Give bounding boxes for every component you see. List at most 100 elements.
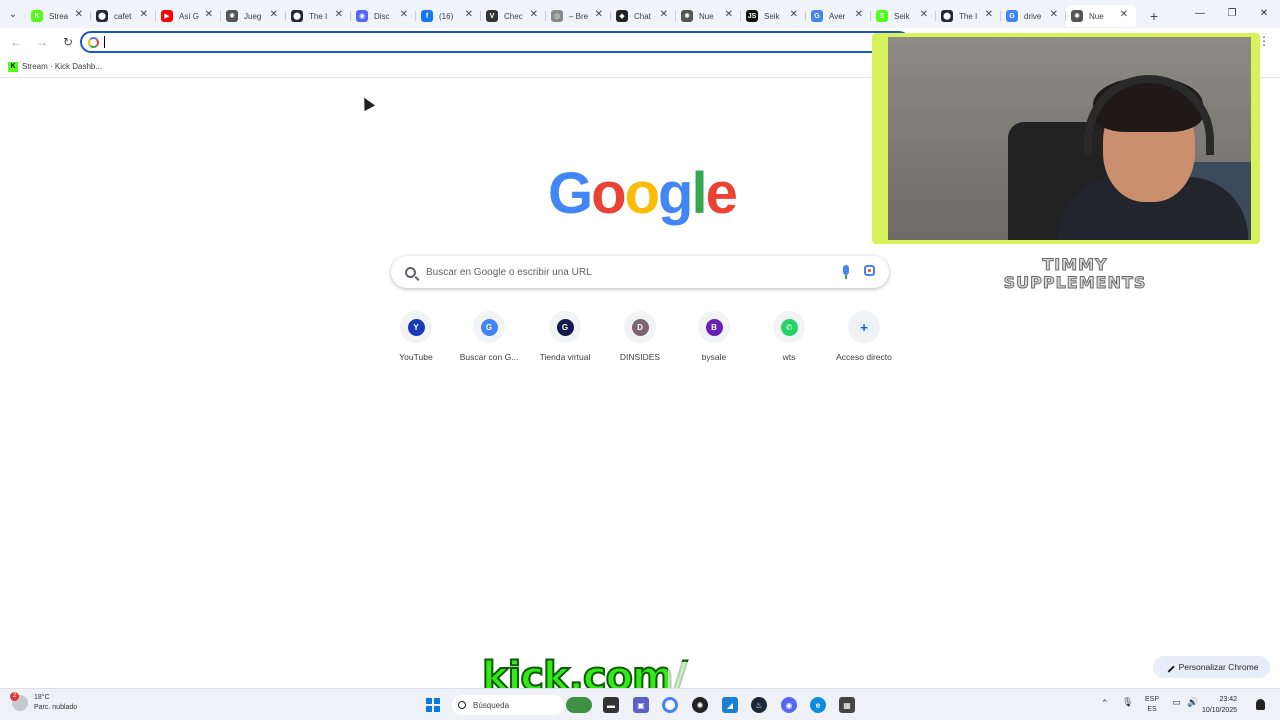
customize-label: Personalizar Chrome bbox=[1178, 662, 1259, 672]
browser-tab[interactable]: ⬤ cafet ✕ bbox=[91, 5, 156, 27]
microphone-icon[interactable]: 🎙 bbox=[1122, 697, 1133, 708]
shortcut-favicon: Y bbox=[407, 318, 425, 336]
close-icon[interactable]: ✕ bbox=[400, 9, 408, 20]
discord-icon[interactable]: ◉ bbox=[781, 697, 797, 713]
maximize-button[interactable]: ❐ bbox=[1216, 0, 1248, 28]
browser-tab[interactable]: ✺ Nue ✕ bbox=[1066, 5, 1136, 27]
clock-time: 23:42 bbox=[1219, 696, 1238, 703]
notification-bell-icon[interactable] bbox=[1256, 699, 1265, 710]
browser-tab[interactable]: ◉ Disc ✕ bbox=[351, 5, 416, 27]
browser-tab[interactable]: ⬤ The I ✕ bbox=[936, 5, 1001, 27]
clock-date: 10/10/2025 bbox=[1202, 707, 1238, 714]
close-icon[interactable]: ✕ bbox=[660, 9, 668, 20]
text-caret bbox=[104, 36, 105, 48]
browser-tab[interactable]: G Aver ✕ bbox=[806, 5, 871, 27]
reload-button[interactable]: ↻ bbox=[56, 30, 80, 54]
close-icon[interactable]: ✕ bbox=[985, 9, 993, 20]
window-controls: — ❐ ✕ bbox=[1184, 0, 1280, 28]
volume-icon[interactable]: 🔊 bbox=[1187, 697, 1198, 708]
browser-tab[interactable]: ✺ Nue ✕ bbox=[676, 5, 741, 27]
shortcut-label: Buscar con G... bbox=[459, 352, 519, 362]
shortcut-label: YouTube bbox=[399, 352, 433, 362]
teams-icon[interactable]: ▣ bbox=[633, 697, 649, 713]
shortcut-tile[interactable]: Bbysale bbox=[674, 311, 754, 362]
calculator-icon[interactable]: ▦ bbox=[839, 697, 855, 713]
customize-chrome-button[interactable]: Personalizar Chrome bbox=[1153, 656, 1270, 678]
weather-widget[interactable]: 2 18°C Parc. nublado bbox=[10, 692, 77, 713]
minimize-button[interactable]: — bbox=[1184, 0, 1216, 28]
close-icon[interactable]: ✕ bbox=[1050, 9, 1058, 20]
shortcut-tile[interactable]: G Tienda virtual bbox=[525, 311, 605, 362]
close-icon[interactable]: ✕ bbox=[725, 9, 733, 20]
shortcut-tile[interactable]: D DINSIDES bbox=[600, 311, 680, 362]
close-icon[interactable]: ✕ bbox=[465, 9, 473, 20]
close-icon[interactable]: ✕ bbox=[530, 9, 538, 20]
shortcut-icon: Y bbox=[400, 311, 432, 343]
forward-button[interactable]: → bbox=[30, 30, 54, 54]
start-button[interactable] bbox=[426, 698, 440, 712]
shortcut-tile[interactable]: ✆ wts bbox=[749, 311, 829, 362]
google-logo: Google bbox=[548, 160, 738, 227]
kick-icon: K bbox=[8, 61, 18, 72]
close-icon[interactable]: ✕ bbox=[1120, 9, 1128, 20]
close-icon[interactable]: ✕ bbox=[595, 9, 603, 20]
chevron-up-icon[interactable]: ⌃ bbox=[1101, 698, 1109, 709]
logo-letter: G bbox=[548, 161, 593, 226]
browser-tab[interactable]: ◎ – Bre ✕ bbox=[546, 5, 611, 27]
webcam-overlay-frame bbox=[872, 33, 1260, 244]
language-indicator[interactable]: ESP ES bbox=[1145, 695, 1159, 715]
browser-tab[interactable]: ◆ Chat ✕ bbox=[611, 5, 676, 27]
steam-icon[interactable]: ♨ bbox=[751, 697, 767, 713]
browser-tab[interactable]: JS Seik ✕ bbox=[741, 5, 806, 27]
close-icon[interactable]: ✕ bbox=[920, 9, 928, 20]
browser-tab[interactable]: S Seik ✕ bbox=[871, 5, 936, 27]
browser-tab[interactable]: K Strea ✕ bbox=[26, 5, 91, 27]
edge-icon[interactable]: e bbox=[810, 697, 826, 713]
tab-label: Jueg bbox=[244, 11, 262, 21]
address-bar[interactable] bbox=[80, 31, 910, 53]
search-placeholder: Buscar en Google o escribir una URL bbox=[426, 266, 592, 278]
chat-icon: ◆ bbox=[616, 10, 628, 22]
file-explorer-icon[interactable]: ▬ bbox=[603, 697, 619, 713]
shortcut-icon: G bbox=[549, 311, 581, 343]
network-icon[interactable]: ▭ bbox=[1172, 697, 1181, 708]
shortcut-tile[interactable]: Y YouTube bbox=[376, 311, 456, 362]
close-icon[interactable]: ✕ bbox=[270, 9, 278, 20]
shortcut-icon: D bbox=[624, 311, 656, 343]
close-icon[interactable]: ✕ bbox=[855, 9, 863, 20]
browser-tab[interactable]: f (16) ✕ bbox=[416, 5, 481, 27]
chrome-icon[interactable] bbox=[662, 697, 678, 713]
close-icon[interactable]: ✕ bbox=[790, 9, 798, 20]
browser-tab[interactable]: V Chec ✕ bbox=[481, 5, 546, 27]
new-tab-button[interactable]: + bbox=[1142, 4, 1166, 28]
browser-tab[interactable]: Gdrive ✕ bbox=[1001, 5, 1066, 27]
tab-search-button[interactable]: ⌄ bbox=[0, 0, 26, 28]
bookmark-item[interactable]: K Stream · Kick Dashb... bbox=[8, 61, 102, 72]
game-widget-icon[interactable] bbox=[566, 697, 592, 713]
close-window-button[interactable]: ✕ bbox=[1248, 0, 1280, 28]
close-icon[interactable]: ✕ bbox=[335, 9, 343, 20]
shortcut-tile[interactable]: + Acceso directo bbox=[824, 311, 904, 362]
back-button[interactable]: ← bbox=[4, 30, 28, 54]
close-icon[interactable]: ✕ bbox=[140, 9, 148, 20]
shortcut-label: wts bbox=[782, 352, 796, 362]
browser-tab[interactable]: ✺ Jueg ✕ bbox=[221, 5, 286, 27]
shortcut-tile[interactable]: G Buscar con G... bbox=[449, 311, 529, 362]
microphone-icon[interactable] bbox=[843, 265, 849, 279]
search-box[interactable]: Buscar en Google o escribir una URL bbox=[391, 256, 889, 288]
cloud-icon: 2 bbox=[10, 692, 28, 711]
system-clock[interactable]: 23:42 10/10/2025 bbox=[1202, 694, 1237, 716]
add-icon: + bbox=[855, 318, 873, 336]
google-lens-icon[interactable] bbox=[864, 265, 875, 276]
openai-icon[interactable]: ✺ bbox=[692, 697, 708, 713]
browser-tab[interactable]: ⬤ The I ✕ bbox=[286, 5, 351, 27]
app-icon[interactable]: ◢ bbox=[722, 697, 738, 713]
tab-label: Seik bbox=[894, 11, 910, 21]
shortcut-label: bysale bbox=[701, 352, 727, 362]
browser-tab[interactable]: ▶ Así G ✕ bbox=[156, 5, 221, 27]
js-icon: JS bbox=[746, 10, 758, 22]
close-icon[interactable]: ✕ bbox=[205, 9, 213, 20]
taskbar-search[interactable]: Búsqueda bbox=[452, 695, 564, 715]
lang-bottom: ES bbox=[1147, 706, 1157, 713]
close-icon[interactable]: ✕ bbox=[75, 9, 83, 20]
